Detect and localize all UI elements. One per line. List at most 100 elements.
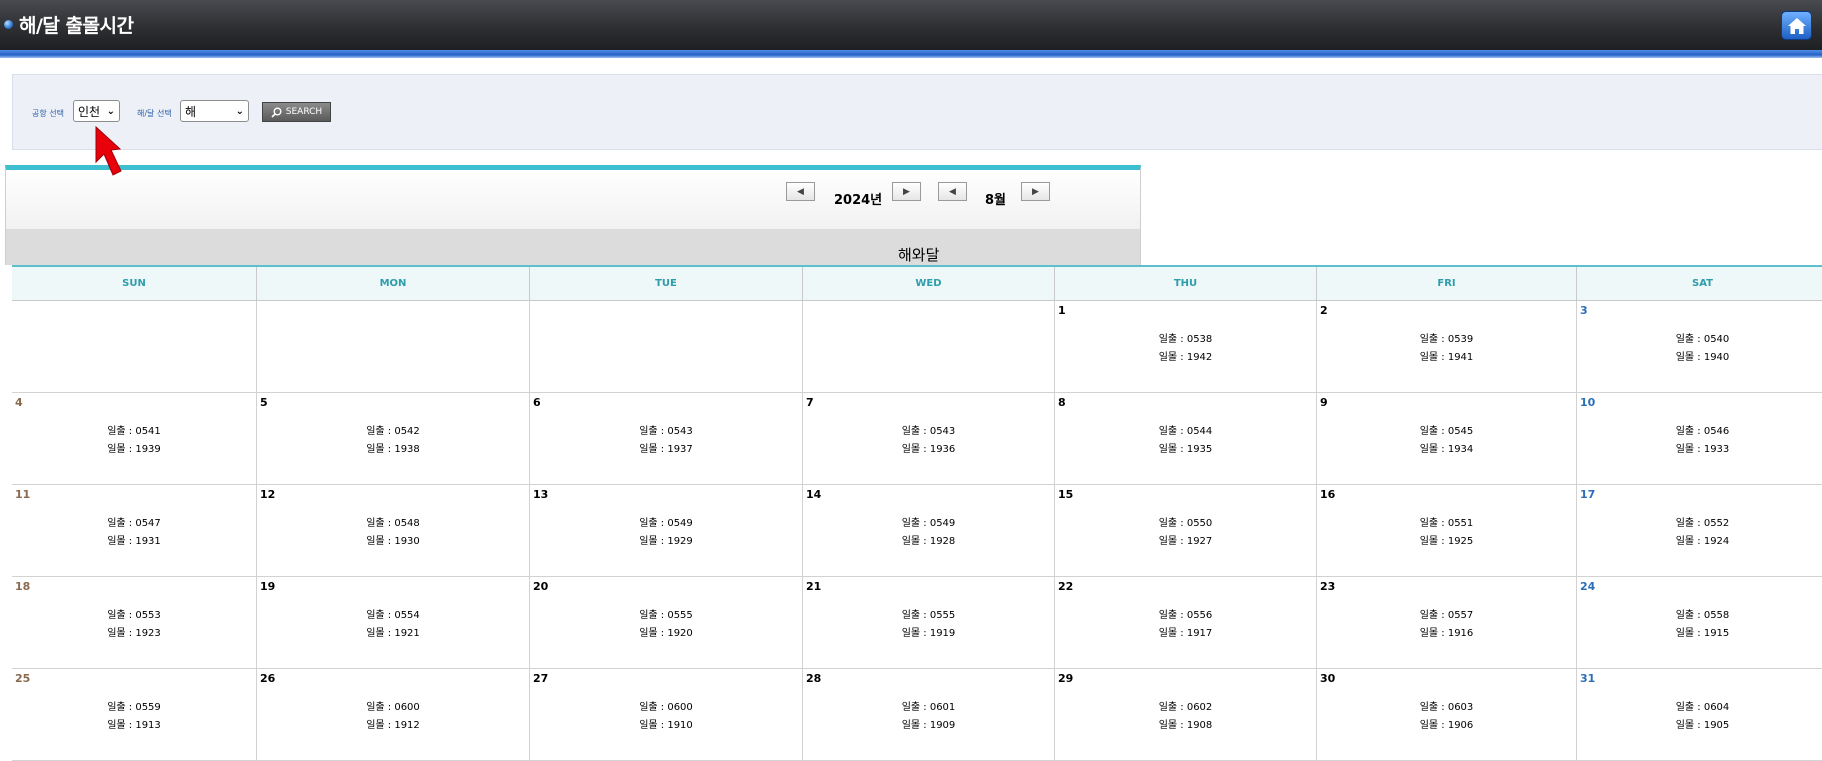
home-button[interactable] — [1781, 11, 1812, 40]
calendar-day-cell[interactable]: 8 일출 : 0544 일몰 : 1935 — [1054, 392, 1317, 485]
sunset-time: 일몰 : 1913 — [107, 720, 161, 731]
day-number: 27 — [533, 672, 549, 685]
calendar-day-cell[interactable]: 27 일출 : 0600 일몰 : 1910 — [529, 668, 803, 761]
calendar-day-cell[interactable]: 2 일출 : 0539 일몰 : 1941 — [1316, 300, 1577, 393]
sunrise-time: 일출 : 0549 — [639, 518, 693, 529]
next-year-button[interactable]: ▶ — [892, 182, 921, 201]
sunrise-time: 일출 : 0551 — [1419, 518, 1474, 529]
prev-year-button[interactable]: ◀ — [786, 182, 815, 201]
sunrise-time: 일출 : 0549 — [901, 518, 956, 529]
calendar-day-cell[interactable]: 22 일출 : 0556 일몰 : 1917 — [1054, 576, 1317, 669]
day-number: 20 — [533, 580, 549, 593]
triangle-left-icon: ◀ — [797, 186, 804, 197]
calendar-day-cell — [529, 300, 803, 393]
calendar-day-cell[interactable]: 3 일출 : 0540 일몰 : 1940 — [1576, 300, 1822, 393]
calendar-week-row: 25 일출 : 0559 일몰 : 1913 26 일출 : 0600 일몰 : 1912… — [12, 668, 1822, 761]
sun-times: 일출 : 0544 일몰 : 1935 — [1055, 423, 1316, 459]
sunrise-time: 일출 : 0544 — [1158, 426, 1213, 437]
sun-times: 일출 : 0549 일몰 : 1929 — [530, 515, 802, 551]
sun-times: 일출 : 0539 일몰 : 1941 — [1317, 331, 1576, 367]
sunrise-time: 일출 : 0543 — [639, 426, 693, 437]
sun-times: 일출 : 0547 일몰 : 1931 — [12, 515, 256, 551]
header-stripe — [0, 50, 1822, 58]
sun-times: 일출 : 0546 일몰 : 1933 — [1577, 423, 1822, 459]
sunset-time: 일몰 : 1915 — [1675, 628, 1730, 639]
calendar-day-cell[interactable]: 19 일출 : 0554 일몰 : 1921 — [256, 576, 530, 669]
airport-select[interactable]: 인천 ⌄ — [73, 100, 120, 122]
calendar-day-cell[interactable]: 13 일출 : 0549 일몰 : 1929 — [529, 484, 803, 577]
sun-times: 일출 : 0548 일몰 : 1930 — [257, 515, 529, 551]
sunrise-time: 일출 : 0602 — [1158, 702, 1213, 713]
day-number: 14 — [806, 488, 822, 501]
year-label: 2024년 — [834, 193, 883, 208]
calendar-day-cell[interactable]: 15 일출 : 0550 일몰 : 1927 — [1054, 484, 1317, 577]
sunset-time: 일몰 : 1940 — [1675, 352, 1730, 363]
calendar-day-cell[interactable]: 20 일출 : 0555 일몰 : 1920 — [529, 576, 803, 669]
sunset-time: 일몰 : 1942 — [1158, 352, 1213, 363]
day-number: 22 — [1058, 580, 1074, 593]
sunrise-time: 일출 : 0603 — [1419, 702, 1474, 713]
chevron-down-icon: ⌄ — [235, 105, 244, 117]
calendar-day-cell[interactable]: 21 일출 : 0555 일몰 : 1919 — [802, 576, 1055, 669]
calendar-day-cell[interactable]: 23 일출 : 0557 일몰 : 1916 — [1316, 576, 1577, 669]
sun-times: 일출 : 0555 일몰 : 1919 — [803, 607, 1054, 643]
calendar-subheader: 해와달 — [5, 229, 1141, 265]
calendar-day-cell[interactable]: 30 일출 : 0603 일몰 : 1906 — [1316, 668, 1577, 761]
calendar-day-cell[interactable]: 4 일출 : 0541 일몰 : 1939 — [12, 392, 257, 485]
weekday-header-row: SUN MON TUE WED THU FRI SAT — [12, 265, 1822, 301]
calendar-day-cell[interactable]: 28 일출 : 0601 일몰 : 1909 — [802, 668, 1055, 761]
calendar-day-cell[interactable]: 17 일출 : 0552 일몰 : 1924 — [1576, 484, 1822, 577]
calendar-day-cell[interactable]: 16 일출 : 0551 일몰 : 1925 — [1316, 484, 1577, 577]
calendar-day-cell[interactable]: 31 일출 : 0604 일몰 : 1905 — [1576, 668, 1822, 761]
sunrise-time: 일출 : 0543 — [901, 426, 956, 437]
sunrise-time: 일출 : 0541 — [107, 426, 161, 437]
sun-times: 일출 : 0549 일몰 : 1928 — [803, 515, 1054, 551]
calendar-day-cell[interactable]: 12 일출 : 0548 일몰 : 1930 — [256, 484, 530, 577]
sun-times: 일출 : 0552 일몰 : 1924 — [1577, 515, 1822, 551]
calendar-day-cell — [12, 300, 257, 393]
sun-times: 일출 : 0541 일몰 : 1939 — [12, 423, 256, 459]
calendar-day-cell[interactable]: 9 일출 : 0545 일몰 : 1934 — [1316, 392, 1577, 485]
sunrise-time: 일출 : 0559 — [107, 702, 161, 713]
sun-times: 일출 : 0545 일몰 : 1934 — [1317, 423, 1576, 459]
calendar-day-cell[interactable]: 26 일출 : 0600 일몰 : 1912 — [256, 668, 530, 761]
calendar-week-row: 18 일출 : 0553 일몰 : 1923 19 일출 : 0554 일몰 : 1921… — [12, 576, 1822, 669]
sunrise-time: 일출 : 0557 — [1419, 610, 1474, 621]
weekday-wed: WED — [802, 265, 1055, 301]
weekday-tue: TUE — [529, 265, 803, 301]
calendar-day-cell[interactable]: 18 일출 : 0553 일몰 : 1923 — [12, 576, 257, 669]
calendar-day-cell[interactable]: 10 일출 : 0546 일몰 : 1933 — [1576, 392, 1822, 485]
sunrise-time: 일출 : 0558 — [1675, 610, 1730, 621]
calendar-day-cell[interactable]: 14 일출 : 0549 일몰 : 1928 — [802, 484, 1055, 577]
sun-times: 일출 : 0551 일몰 : 1925 — [1317, 515, 1576, 551]
sun-times: 일출 : 0543 일몰 : 1936 — [803, 423, 1054, 459]
day-number: 2 — [1320, 304, 1328, 317]
calendar-day-cell[interactable]: 29 일출 : 0602 일몰 : 1908 — [1054, 668, 1317, 761]
day-number: 4 — [15, 396, 23, 409]
calendar-day-cell[interactable]: 7 일출 : 0543 일몰 : 1936 — [802, 392, 1055, 485]
day-number: 30 — [1320, 672, 1336, 685]
sunset-time: 일몰 : 1923 — [107, 628, 161, 639]
sun-times: 일출 : 0559 일몰 : 1913 — [12, 699, 256, 735]
home-icon — [1787, 17, 1806, 34]
calendar-day-cell[interactable]: 11 일출 : 0547 일몰 : 1931 — [12, 484, 257, 577]
calendar-day-cell[interactable]: 6 일출 : 0543 일몰 : 1937 — [529, 392, 803, 485]
page-title: 해/달 출몰시간 — [19, 15, 134, 37]
weekday-sun: SUN — [12, 265, 257, 301]
prev-month-button[interactable]: ◀ — [938, 182, 967, 201]
next-month-button[interactable]: ▶ — [1021, 182, 1050, 201]
weekday-sat: SAT — [1576, 265, 1822, 301]
sunset-time: 일몰 : 1929 — [639, 536, 693, 547]
calendar-day-cell[interactable]: 24 일출 : 0558 일몰 : 1915 — [1576, 576, 1822, 669]
day-number: 21 — [806, 580, 822, 593]
sunset-time: 일몰 : 1916 — [1419, 628, 1474, 639]
calendar-day-cell[interactable]: 25 일출 : 0559 일몰 : 1913 — [12, 668, 257, 761]
triangle-right-icon: ▶ — [1032, 186, 1039, 197]
search-button[interactable]: SEARCH — [262, 102, 331, 122]
sun-moon-select[interactable]: 해 ⌄ — [180, 100, 249, 122]
calendar-day-cell[interactable]: 1 일출 : 0538 일몰 : 1942 — [1054, 300, 1317, 393]
calendar-day-cell[interactable]: 5 일출 : 0542 일몰 : 1938 — [256, 392, 530, 485]
sunset-time: 일몰 : 1930 — [366, 536, 420, 547]
day-number: 16 — [1320, 488, 1336, 501]
day-number: 9 — [1320, 396, 1328, 409]
